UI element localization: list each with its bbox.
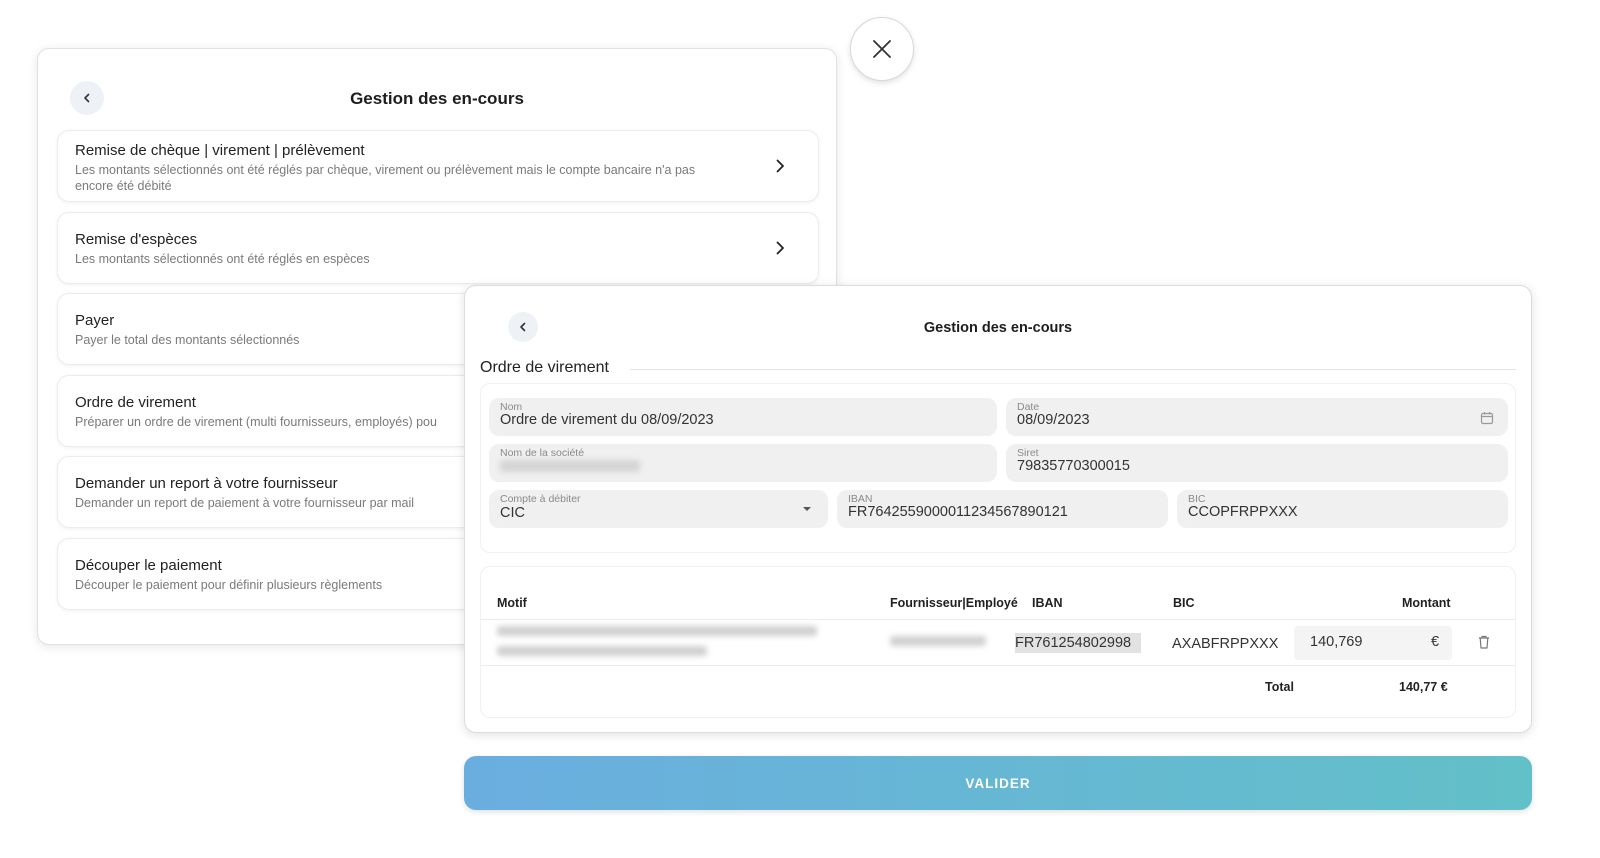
row-iban-input[interactable]: FR761254802998	[1015, 633, 1141, 653]
field-value: Ordre de virement du 08/09/2023	[500, 412, 714, 428]
row-divider	[481, 665, 1515, 666]
menu-item-title: Remise de chèque | virement | prélèvemen…	[75, 142, 365, 159]
row-bic: AXABFRPPXXX	[1172, 636, 1279, 652]
row-amount: 140,769	[1310, 634, 1363, 650]
bic-field[interactable]: BIC CCOPFRPPXXX	[1177, 490, 1508, 528]
ordre-virement-panel: Gestion des en-cours Ordre de virement N…	[464, 285, 1532, 733]
close-icon	[873, 40, 891, 58]
row-amount-input[interactable]: 140,769 €	[1294, 626, 1452, 660]
col-header-bic: BIC	[1173, 596, 1195, 610]
panel-title: Gestion des en-cours	[350, 89, 524, 108]
chevron-right-icon	[776, 159, 784, 173]
field-value: 79835770300015	[1017, 458, 1130, 474]
blurred-motif-line1	[497, 626, 817, 636]
blurred-value	[500, 460, 640, 472]
menu-item-remise-cheque[interactable]: Remise de chèque | virement | prélèvemen…	[57, 130, 819, 202]
col-header-iban: IBAN	[1032, 596, 1063, 610]
menu-item-remise-especes[interactable]: Remise d'espèces Les montants sélectionn…	[57, 212, 819, 284]
row-currency: €	[1431, 634, 1440, 650]
chevron-right-icon	[776, 241, 784, 255]
menu-item-title: Demander un report à votre fournisseur	[75, 475, 338, 492]
compte-debiter-select[interactable]: Compte à débiter CIC	[489, 490, 828, 528]
field-value: CIC	[500, 505, 525, 521]
col-header-montant: Montant	[1402, 596, 1451, 610]
calendar-icon[interactable]	[1480, 411, 1494, 425]
field-label: Compte à débiter	[500, 493, 581, 505]
total-value: 140,77 €	[1399, 680, 1448, 694]
menu-item-desc: Les montants sélectionnés ont été réglés…	[75, 163, 696, 193]
nom-field[interactable]: Nom Ordre de virement du 08/09/2023	[489, 398, 997, 436]
field-label: Nom de la société	[500, 447, 585, 459]
trash-icon[interactable]	[1477, 634, 1491, 650]
row-divider	[481, 619, 1515, 620]
blurred-motif-line2	[497, 646, 707, 656]
menu-item-title: Ordre de virement	[75, 394, 196, 411]
close-button[interactable]	[850, 17, 914, 81]
section-divider	[630, 369, 1516, 370]
blurred-fournisseur	[890, 636, 986, 646]
menu-item-title: Payer	[75, 312, 115, 329]
iban-field[interactable]: IBAN FR7642559000011234567890121	[837, 490, 1168, 528]
societe-field[interactable]: Nom de la société	[489, 444, 997, 482]
col-header-fournisseur: Fournisseur|Employé	[890, 596, 1018, 610]
menu-item-title: Découper le paiement	[75, 557, 222, 574]
date-field[interactable]: Date 08/09/2023	[1006, 398, 1508, 436]
total-label: Total	[1265, 680, 1294, 694]
field-value: FR7642559000011234567890121	[848, 504, 1068, 520]
valider-button[interactable]: VALIDER	[464, 756, 1532, 810]
siret-field[interactable]: Siret 79835770300015	[1006, 444, 1508, 482]
menu-item-title: Remise d'espèces	[75, 231, 198, 248]
section-title: Ordre de virement	[480, 359, 609, 376]
panel-title: Gestion des en-cours	[923, 320, 1073, 336]
caret-down-icon	[803, 507, 811, 511]
field-value: CCOPFRPPXXX	[1188, 504, 1298, 520]
col-header-motif: Motif	[497, 596, 527, 610]
field-value: 08/09/2023	[1017, 412, 1090, 428]
menu-item-desc: Les montants sélectionnés ont été réglés…	[75, 252, 370, 266]
